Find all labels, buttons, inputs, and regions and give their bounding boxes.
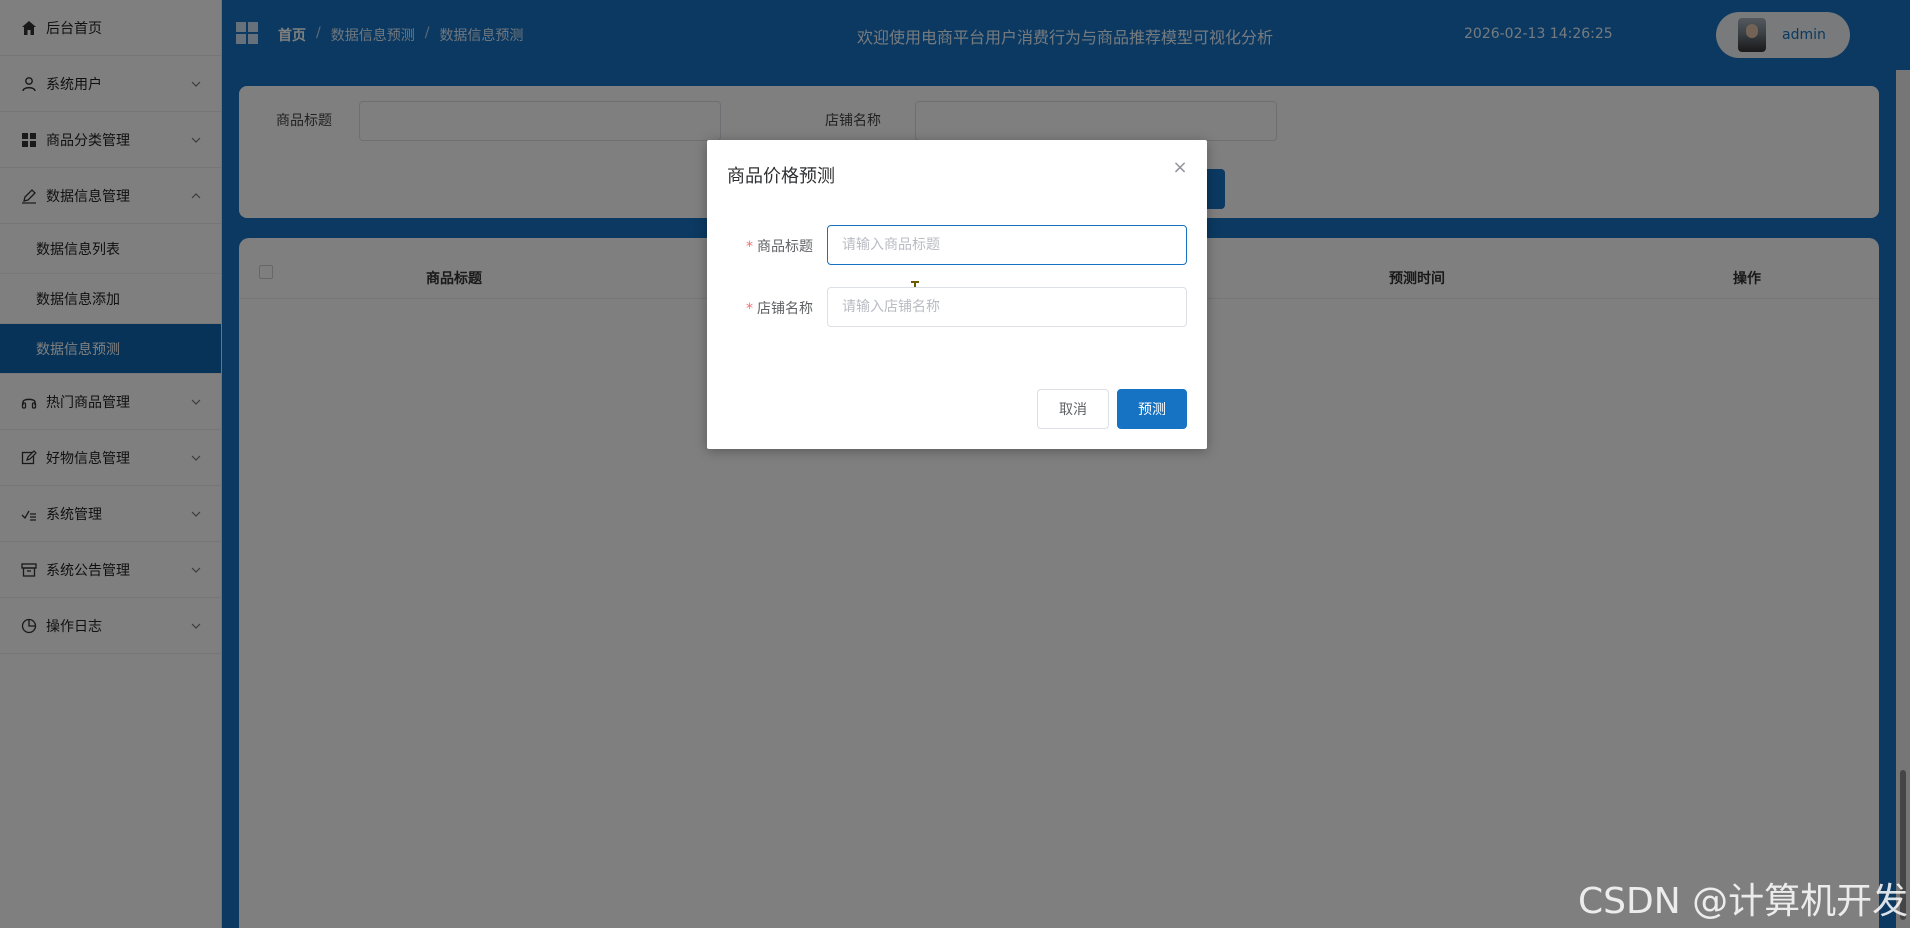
- predict-button[interactable]: 预测: [1117, 389, 1187, 429]
- price-prediction-dialog: 商品价格预测 × *商品标题 *店铺名称 取消 预测: [707, 140, 1207, 449]
- required-mark: *: [746, 301, 753, 317]
- field-label-title: * 商品标题: [727, 236, 813, 256]
- product-title-input[interactable]: [827, 225, 1187, 265]
- form-row-shop: * 店铺名称: [707, 287, 1207, 327]
- form-row-title: * 商品标题: [707, 225, 1207, 301]
- field-label-shop: * 店铺名称: [727, 298, 813, 318]
- required-mark: *: [746, 239, 753, 255]
- field-label-text: 商品标题: [757, 239, 813, 255]
- close-icon[interactable]: ×: [1171, 157, 1189, 178]
- cancel-button[interactable]: 取消: [1037, 389, 1109, 429]
- field-label-text: 店铺名称: [757, 301, 813, 317]
- shop-name-input[interactable]: [827, 287, 1187, 327]
- dialog-title: 商品价格预测: [727, 166, 835, 187]
- watermark: CSDN @计算机开发: [1578, 881, 1909, 922]
